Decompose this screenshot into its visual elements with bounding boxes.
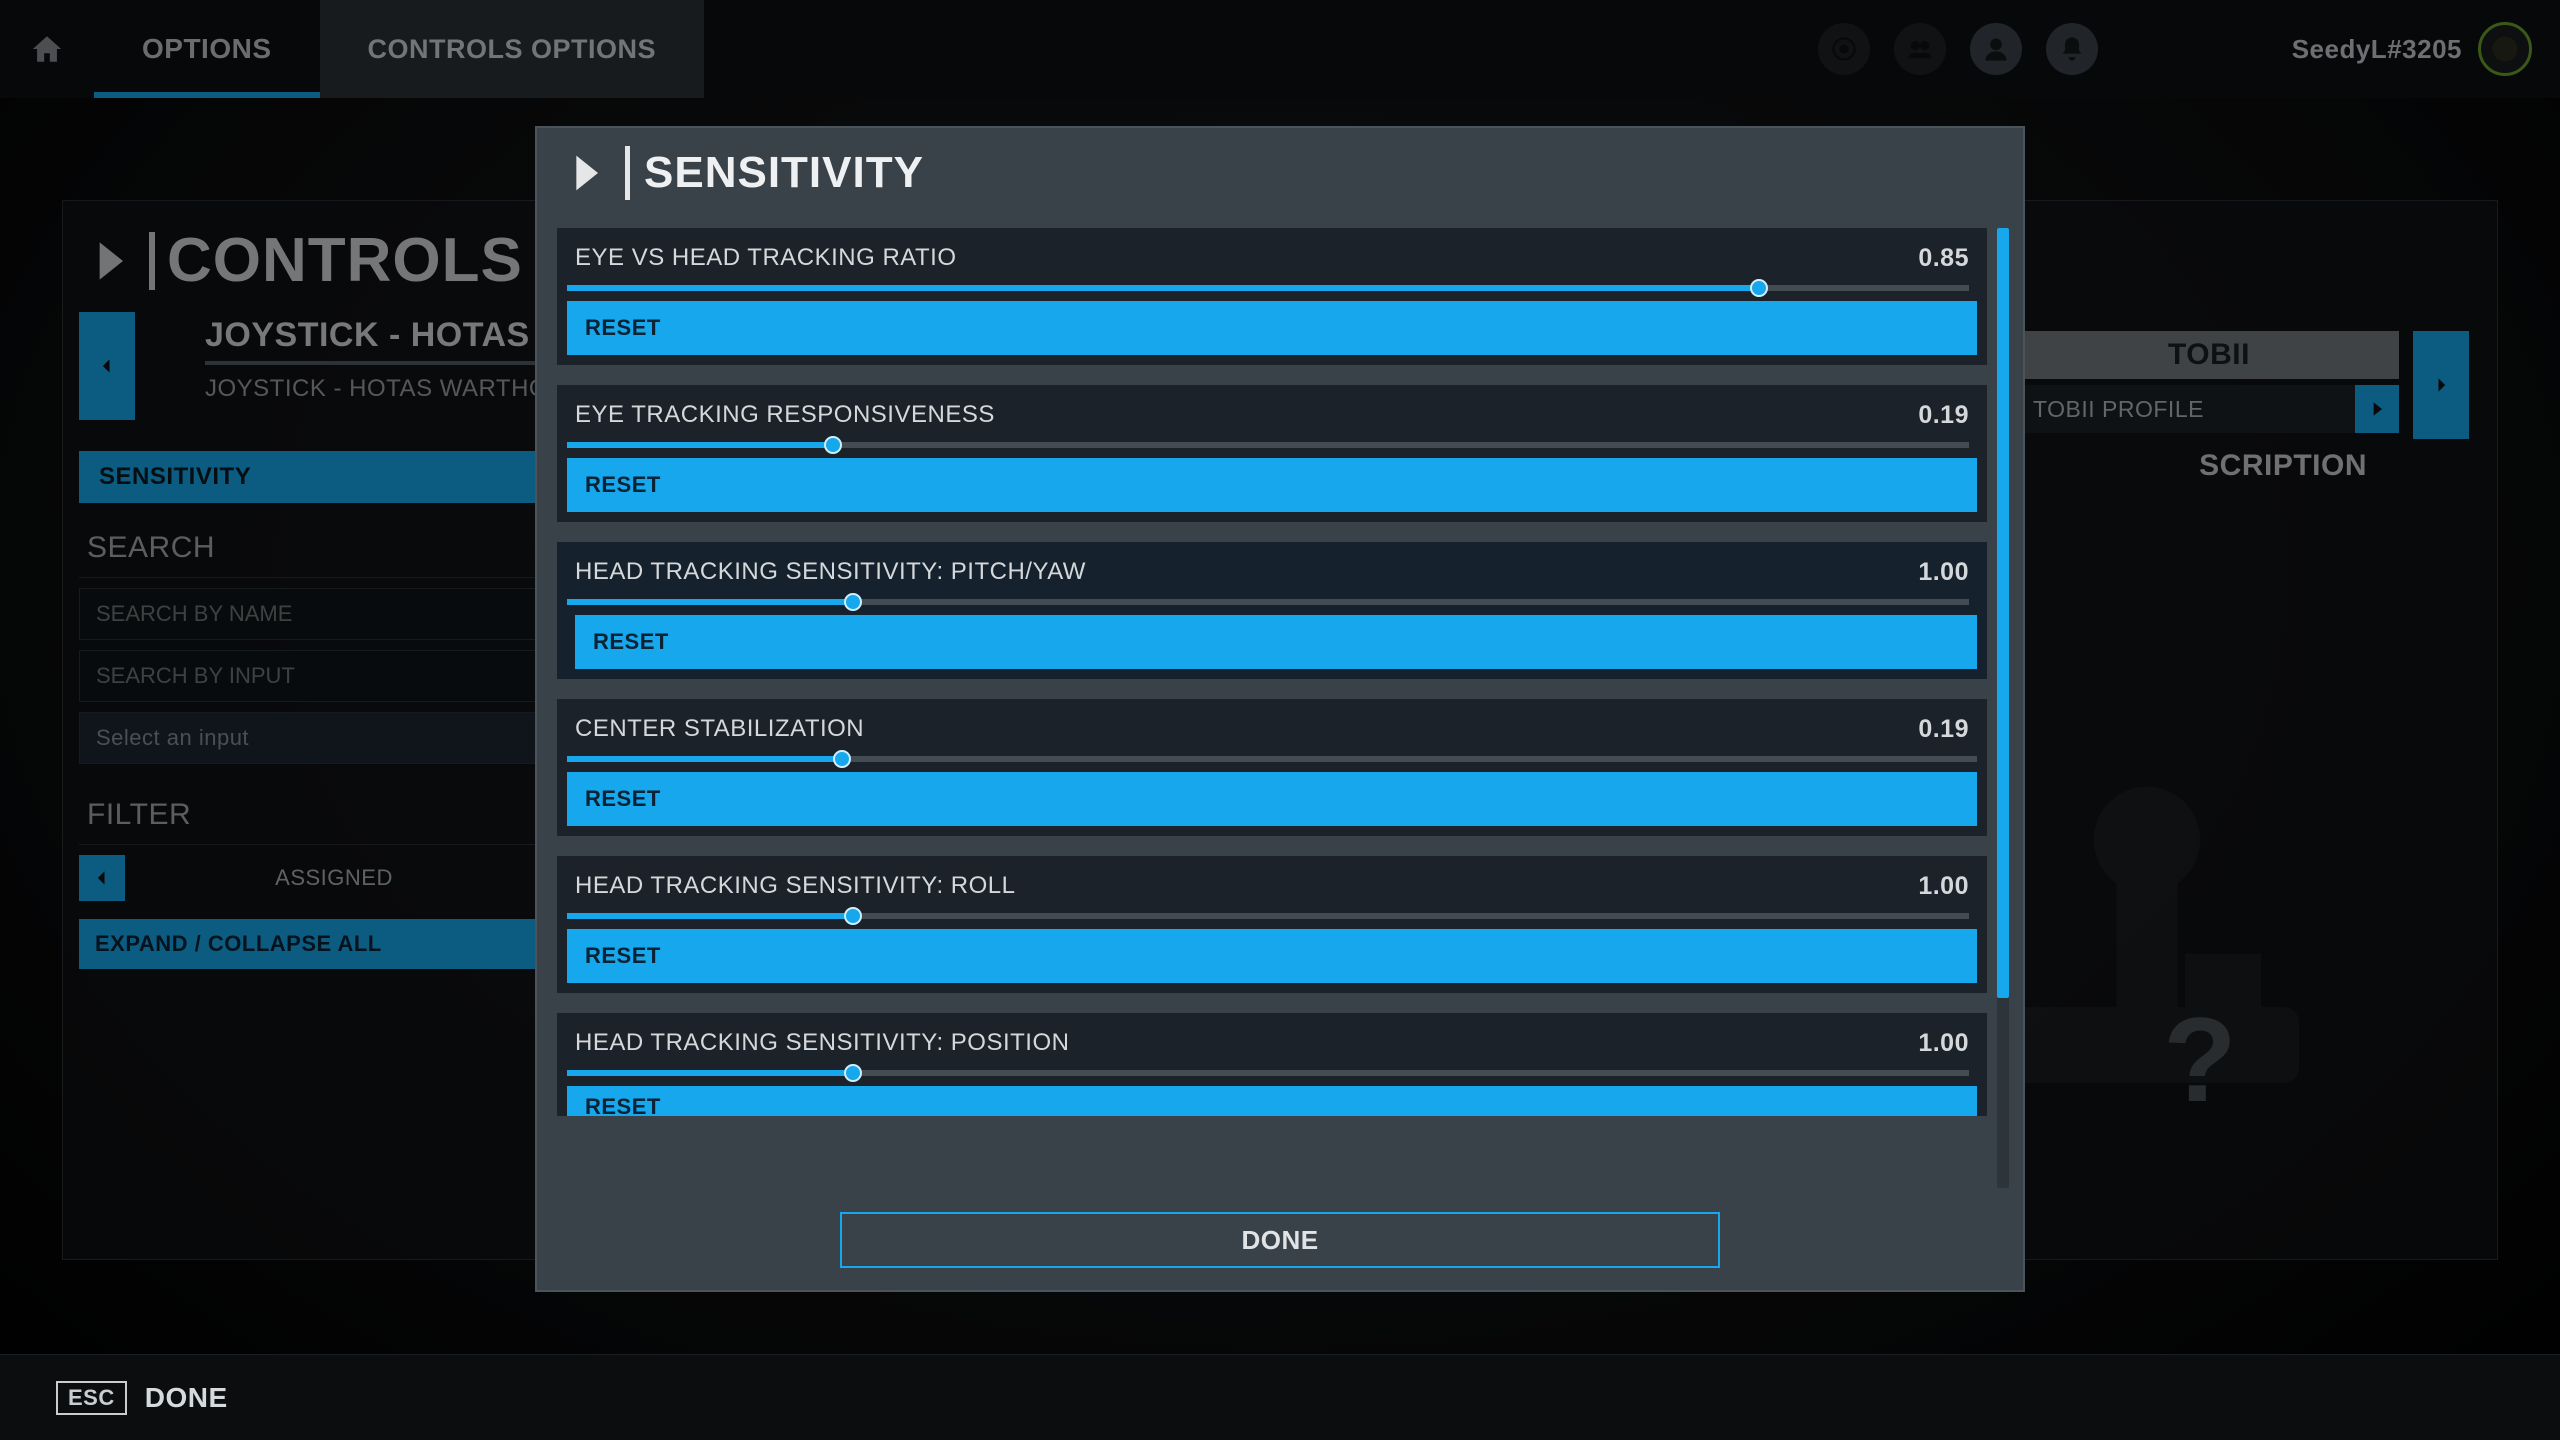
bottom-bar: ESC DONE — [0, 1354, 2560, 1440]
slider-track[interactable] — [567, 285, 1969, 291]
slider-knob[interactable] — [824, 436, 842, 454]
slider-label: HEAD TRACKING SENSITIVITY: POSITION — [575, 1029, 1069, 1058]
slider-knob[interactable] — [844, 593, 862, 611]
scrollbar-thumb[interactable] — [1997, 228, 2009, 998]
slider-track[interactable] — [567, 599, 1969, 605]
slider-value: 1.00 — [1918, 1029, 1969, 1058]
slider-track[interactable] — [567, 913, 1969, 919]
modal-header: SENSITIVITY — [537, 128, 2023, 218]
slider-label: HEAD TRACKING SENSITIVITY: ROLL — [575, 872, 1016, 901]
reset-button[interactable]: RESET — [575, 615, 1977, 669]
slider-value: 1.00 — [1918, 558, 1969, 587]
slider-item: CENTER STABILIZATION 0.19 RESET — [557, 699, 1987, 836]
slider-label: CENTER STABILIZATION — [575, 715, 864, 744]
slider-value: 0.85 — [1918, 244, 1969, 273]
slider-item: EYE VS HEAD TRACKING RATIO 0.85 RESET — [557, 228, 1987, 365]
slider-label: HEAD TRACKING SENSITIVITY: PITCH/YAW — [575, 558, 1086, 587]
slider-track[interactable] — [567, 442, 1969, 448]
slider-item: EYE TRACKING RESPONSIVENESS 0.19 RESET — [557, 385, 1987, 522]
scrollbar[interactable] — [1997, 228, 2009, 1188]
slider-item: HEAD TRACKING SENSITIVITY: ROLL 1.00 RESET — [557, 856, 1987, 993]
reset-button[interactable]: RESET — [567, 458, 1977, 512]
bottom-done-label: DONE — [145, 1382, 228, 1414]
slider-knob[interactable] — [844, 907, 862, 925]
reset-button[interactable]: RESET — [567, 301, 1977, 355]
slider-knob[interactable] — [1750, 279, 1768, 297]
reset-button[interactable]: RESET — [567, 772, 1977, 826]
reset-button[interactable]: RESET — [567, 1086, 1977, 1116]
esc-key-hint: ESC — [56, 1381, 127, 1415]
slider-list: EYE VS HEAD TRACKING RATIO0.85RESETEYE T… — [557, 228, 1987, 1188]
slider-value: 0.19 — [1918, 401, 1969, 430]
slider-knob[interactable] — [833, 750, 851, 768]
slider-label: EYE TRACKING RESPONSIVENESS — [575, 401, 995, 430]
slider-knob[interactable] — [844, 1064, 862, 1082]
sensitivity-modal: SENSITIVITY EYE VS HEAD TRACKING RATIO 0.… — [535, 126, 2025, 1292]
reset-button[interactable]: RESET — [567, 929, 1977, 983]
slider-track[interactable] — [567, 756, 1977, 762]
modal-title: SENSITIVITY — [644, 148, 924, 198]
slider-item: HEAD TRACKING SENSITIVITY: POSITION 1.00 R… — [557, 1013, 1987, 1116]
slider-value: 0.19 — [1918, 715, 1969, 744]
slider-track[interactable] — [567, 1070, 1969, 1076]
chevron-right-icon — [559, 147, 611, 199]
slider-label: EYE VS HEAD TRACKING RATIO — [575, 244, 957, 273]
slider-item: HEAD TRACKING SENSITIVITY: PITCH/YAW 1.00… — [557, 542, 1987, 679]
modal-done-button[interactable]: DONE — [840, 1212, 1720, 1268]
slider-value: 1.00 — [1918, 872, 1969, 901]
